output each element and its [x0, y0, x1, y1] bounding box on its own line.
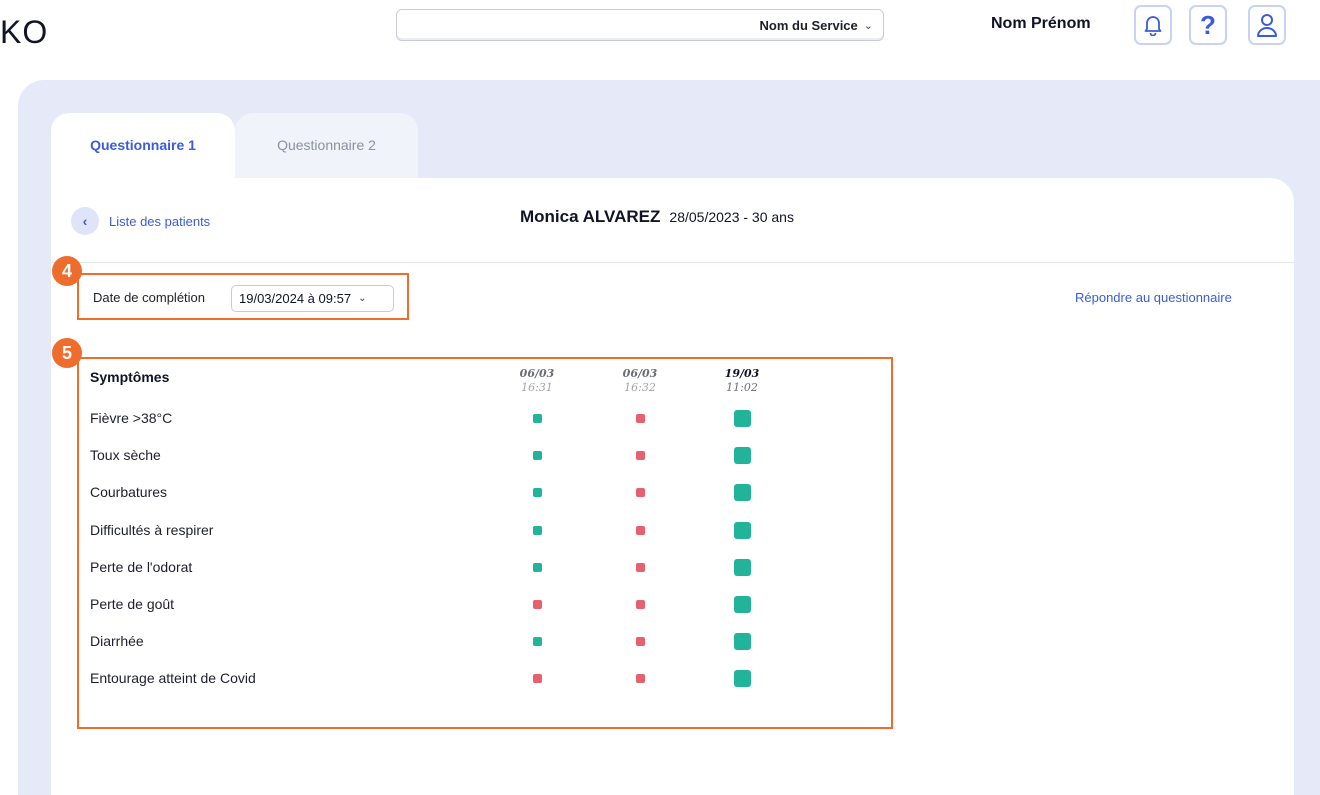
column-time: 16:32	[624, 381, 656, 394]
column-date: 06/03	[519, 367, 555, 380]
user-icon	[1257, 14, 1277, 37]
symptom-status-green	[734, 596, 751, 613]
symptom-status-green	[533, 451, 542, 461]
symptom-status-red	[636, 488, 645, 498]
symptom-status-red	[636, 637, 645, 647]
bell-icon	[1144, 16, 1162, 36]
symptom-status-green	[533, 414, 542, 423]
service-select[interactable]: Nom du Service ⌄	[396, 9, 884, 41]
tab-label: Questionnaire 1	[90, 137, 196, 153]
symptom-label: Perte de goût	[90, 596, 175, 612]
symptom-status-green	[533, 525, 542, 535]
symptom-status-green	[734, 410, 751, 427]
column-date: 19/03	[724, 367, 760, 380]
symptom-status-red	[636, 562, 645, 572]
help-button[interactable]: ?	[1189, 5, 1227, 45]
chevron-down-icon: ⌄	[863, 19, 873, 32]
symptom-label: Diarrhée	[90, 633, 144, 650]
column-header-current: 19/03 11:02	[712, 367, 772, 395]
patient-header: Monica ALVAREZ 28/05/2023 - 30 ans	[520, 207, 794, 227]
symptoms-title: Symptômes	[90, 369, 170, 385]
symptom-status-green	[533, 637, 542, 647]
symptom-status-red	[533, 674, 542, 684]
chevron-down-icon: ⌄	[358, 293, 367, 304]
chevron-left-icon: ‹	[71, 207, 99, 235]
symptom-status-green	[533, 562, 542, 572]
user-name: Nom Prénom	[991, 15, 1091, 32]
symptom-status-green	[533, 488, 542, 498]
symptom-status-green	[734, 447, 751, 465]
symptom-status-green	[734, 633, 751, 651]
back-to-patients-link[interactable]: ‹ Liste des patients	[71, 207, 210, 235]
column-header: 06/03 16:31	[507, 367, 567, 395]
notifications-button[interactable]	[1134, 5, 1172, 45]
service-select-value: Nom du Service	[759, 17, 858, 33]
symptom-status-green	[734, 521, 751, 539]
back-link-label: Liste des patients	[109, 213, 211, 229]
symptom-status-red	[636, 525, 645, 535]
symptom-label: Fièvre >38°C	[90, 410, 173, 426]
profile-button[interactable]	[1248, 5, 1286, 45]
tab-questionnaire-2[interactable]: Questionnaire 2	[235, 113, 418, 183]
symptom-status-red	[636, 674, 645, 684]
symptom-status-green	[734, 670, 751, 688]
symptom-status-green	[734, 558, 751, 576]
column-header: 06/03 16:32	[610, 367, 670, 395]
symptom-status-green	[734, 484, 751, 502]
symptom-label: Courbatures	[90, 484, 168, 501]
column-time: 16:31	[521, 381, 553, 394]
step-marker-4: 4	[52, 256, 82, 286]
column-time: 11:02	[726, 381, 758, 394]
symptom-label: Difficultés à respirer	[90, 521, 214, 538]
patient-name: Monica ALVAREZ	[520, 207, 661, 226]
completion-date-value: 19/03/2024 à 09:57	[239, 291, 352, 306]
symptom-status-red	[636, 414, 645, 423]
app-logo: KO	[0, 14, 49, 50]
column-date: 06/03	[622, 367, 658, 380]
tab-questionnaire-1[interactable]: Questionnaire 1	[51, 113, 235, 183]
symptom-label: Perte de l'odorat	[90, 558, 193, 575]
symptom-status-red	[533, 600, 542, 609]
completion-label: Date de complétion	[93, 290, 206, 305]
divider	[51, 262, 1294, 263]
tab-label: Questionnaire 2	[277, 137, 376, 153]
symptom-label: Entourage atteint de Covid	[90, 670, 256, 687]
completion-date-select[interactable]: 19/03/2024 à 09:57 ⌄	[231, 285, 394, 312]
symptom-label: Toux sèche	[90, 447, 161, 464]
symptom-status-red	[636, 451, 645, 461]
symptom-status-red	[636, 600, 645, 609]
help-icon: ?	[1200, 10, 1216, 40]
step-marker-5: 5	[52, 338, 82, 368]
patient-info: 28/05/2023 - 30 ans	[669, 209, 794, 225]
answer-questionnaire-link[interactable]: Répondre au questionnaire	[1075, 290, 1232, 305]
